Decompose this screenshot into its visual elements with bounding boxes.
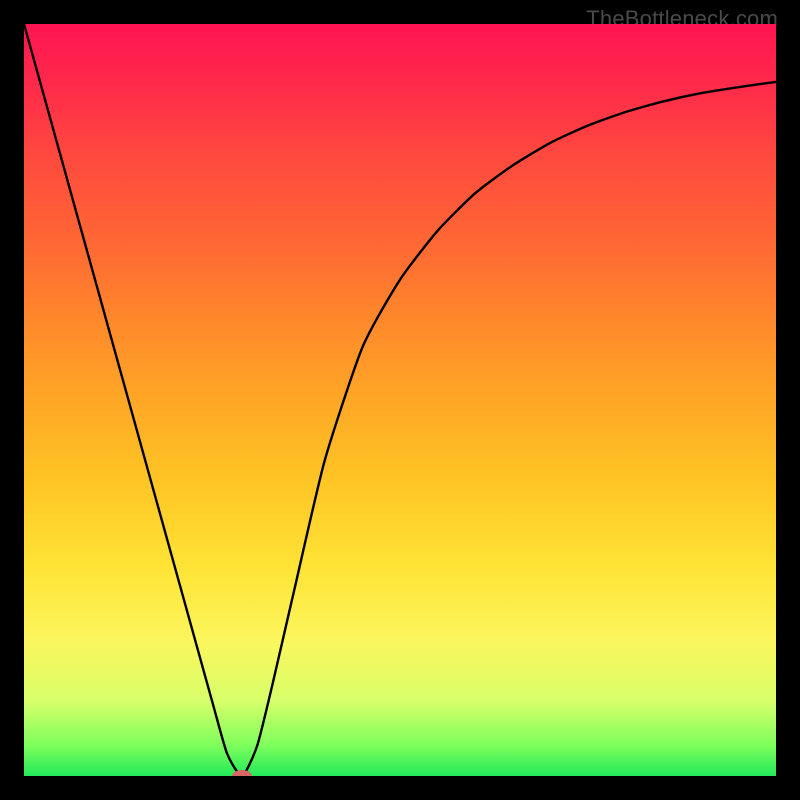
minimum-marker [232, 770, 252, 776]
plot-area [24, 24, 776, 776]
bottleneck-curve [24, 24, 776, 776]
chart-frame: TheBottleneck.com [0, 0, 800, 800]
curve-layer [24, 24, 776, 776]
